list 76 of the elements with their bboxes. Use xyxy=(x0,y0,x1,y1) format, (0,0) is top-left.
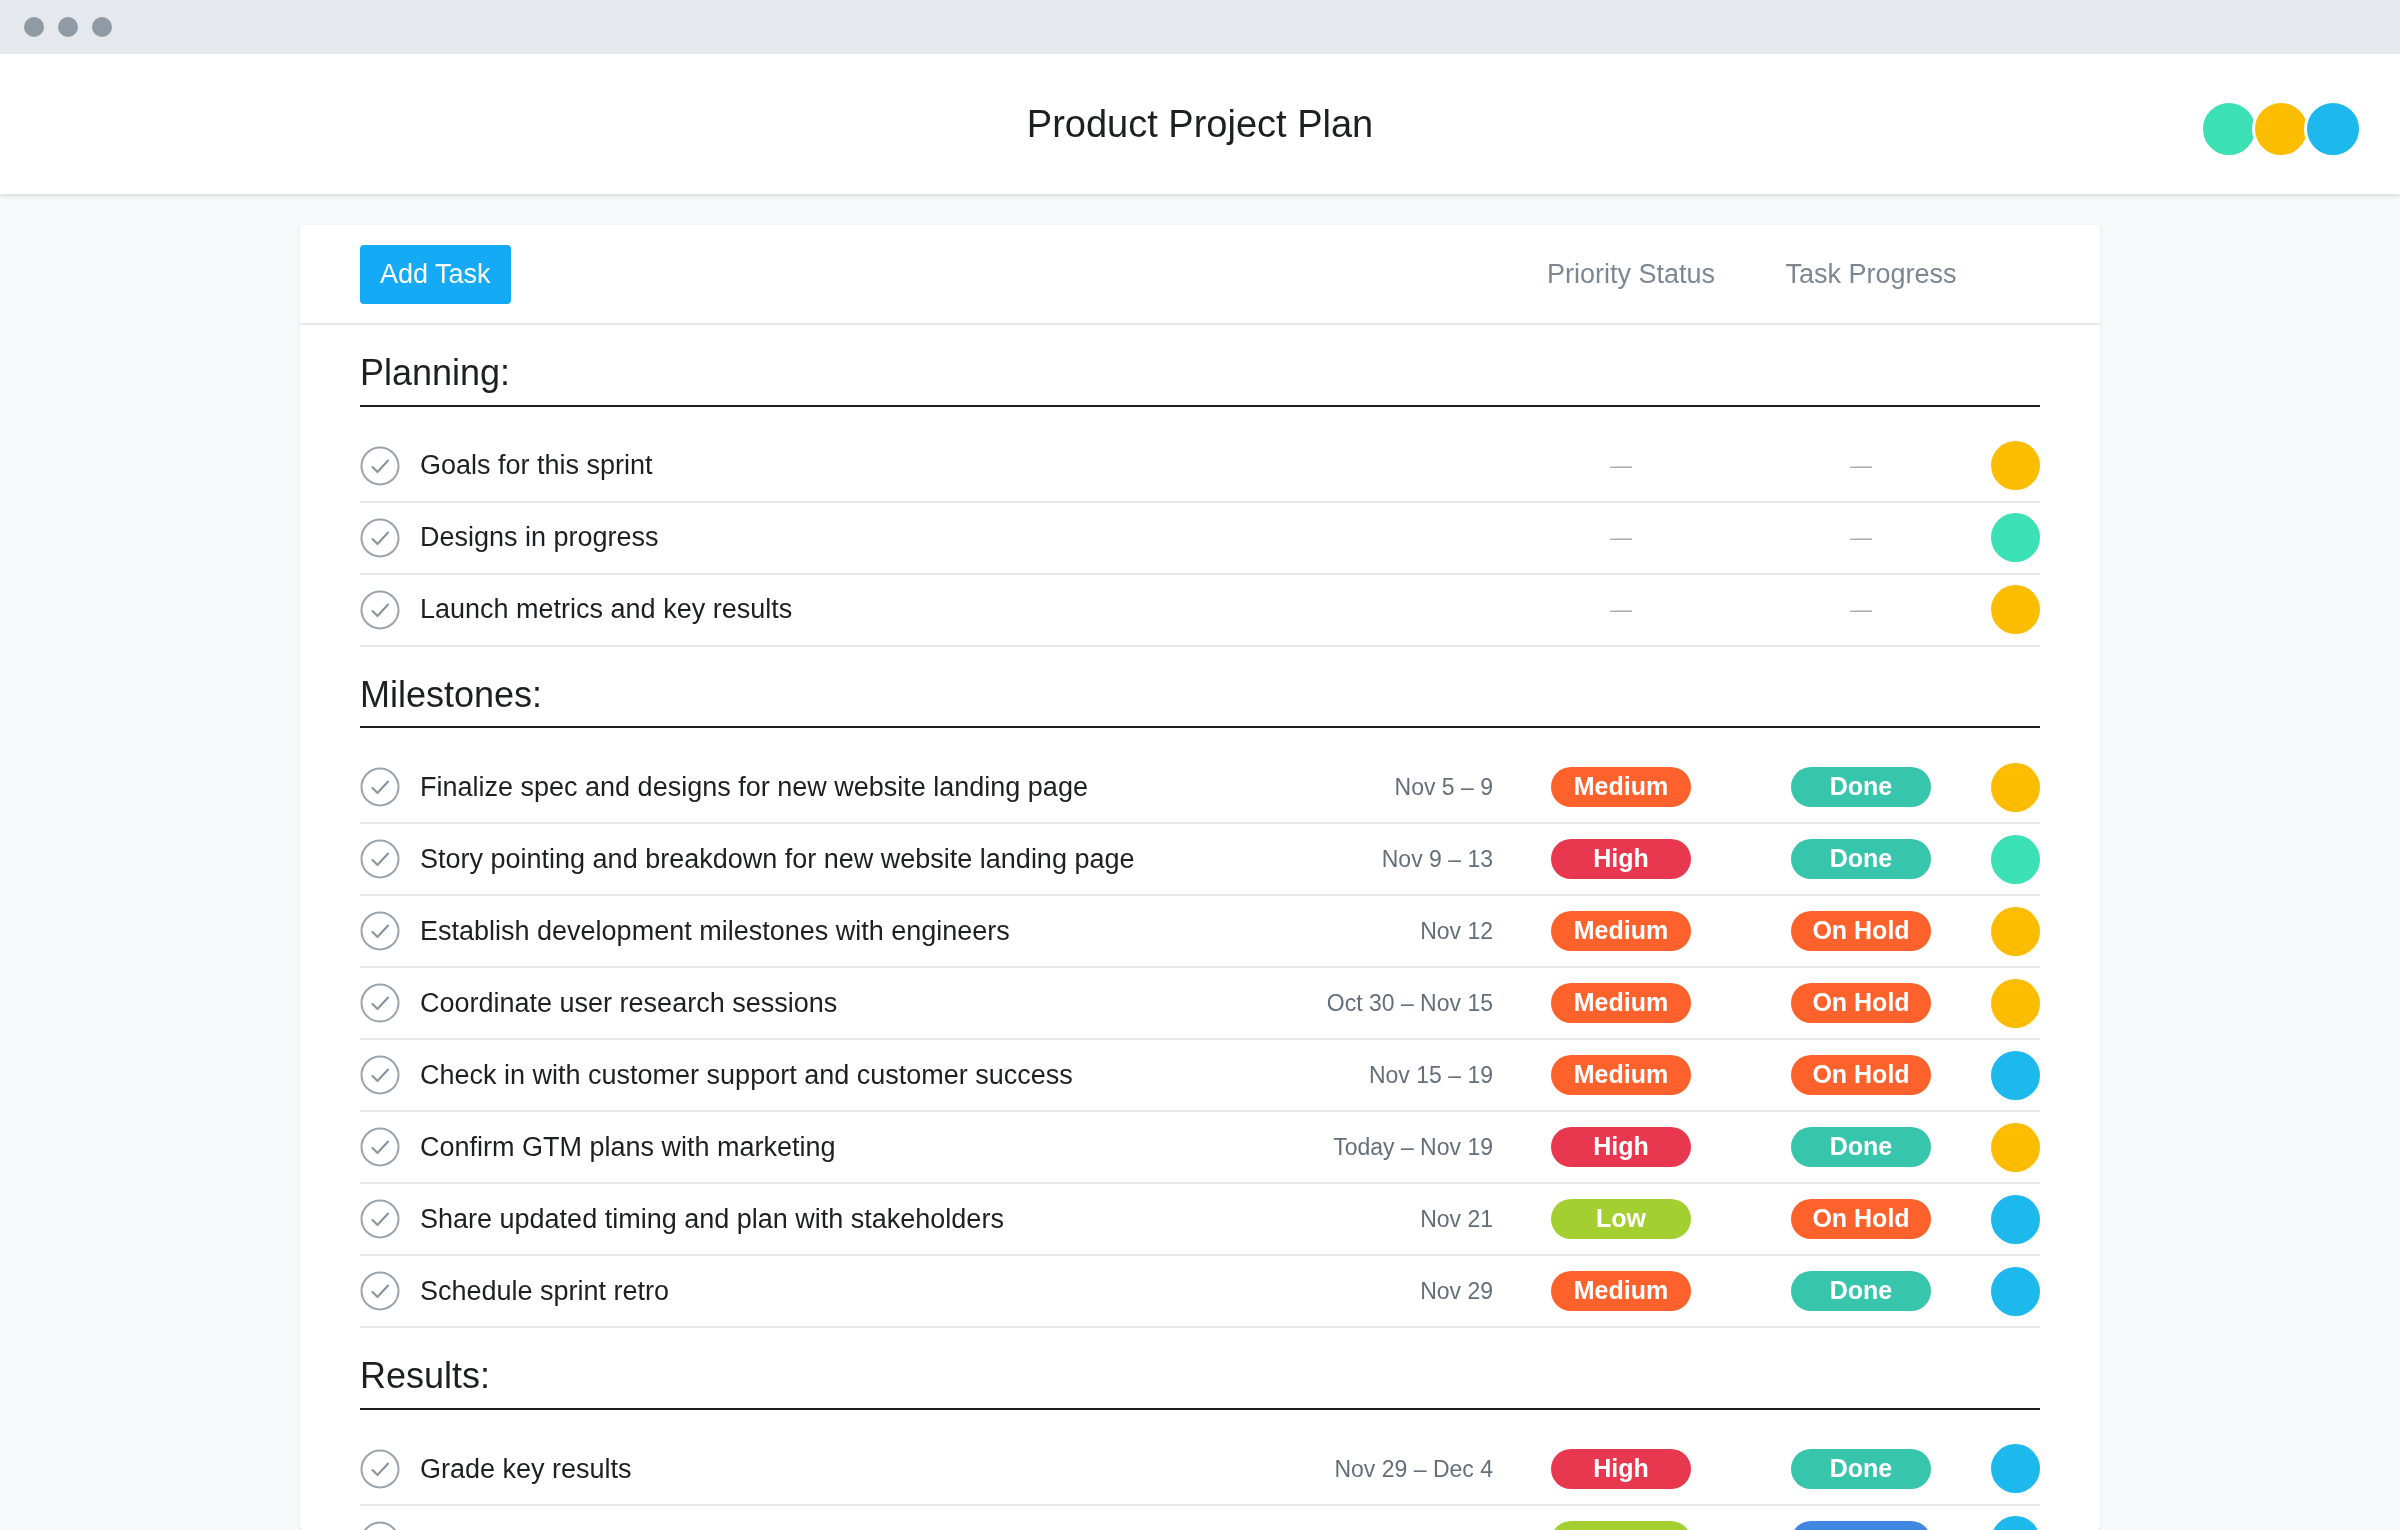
status-pill[interactable]: Medium xyxy=(1551,911,1691,952)
status-pill[interactable]: Medium xyxy=(1551,1271,1691,1312)
assignee-avatar[interactable] xyxy=(1991,1444,2040,1494)
assignee-avatar[interactable] xyxy=(1991,834,2040,884)
task-name[interactable]: Share updated timing and plan with stakeholders xyxy=(420,1203,1004,1234)
task-dates: Oct 30 – Nov 15 xyxy=(1326,989,1493,1016)
status-pill[interactable]: Done xyxy=(1791,1448,1931,1489)
task-name[interactable]: Story pointing and breakdown for new website landing page xyxy=(420,843,1135,874)
checkmark-icon[interactable] xyxy=(360,517,400,558)
assignee-avatar[interactable] xyxy=(1991,1050,2040,1100)
section-heading: Milestones: xyxy=(360,646,2040,729)
task-dates: Nov 29 xyxy=(1420,1277,1493,1304)
status-pill[interactable]: On Hold xyxy=(1791,1199,1931,1240)
empty-dash[interactable]: — xyxy=(1850,449,1872,483)
page-title: Product Project Plan xyxy=(1026,101,1374,147)
column-header[interactable]: Task Progress xyxy=(1751,253,1991,295)
task-name[interactable]: Check in with customer support and customer success xyxy=(420,1059,1073,1090)
checkmark-icon[interactable] xyxy=(360,983,400,1024)
task-dates: Today – Nov 19 xyxy=(1333,1133,1493,1160)
add-task-button[interactable]: Add Task xyxy=(360,244,511,304)
checkmark-icon[interactable] xyxy=(360,1271,400,1312)
checkmark-icon[interactable] xyxy=(360,1199,400,1240)
status-pill[interactable]: Done xyxy=(1791,1271,1931,1312)
empty-dash[interactable]: — xyxy=(1610,593,1632,627)
empty-dash[interactable]: — xyxy=(1610,521,1632,555)
task-name[interactable]: Goals for this sprint xyxy=(420,450,653,481)
task-name[interactable]: Grade key results xyxy=(420,1453,632,1484)
task-dates: Nov 29 – Dec 4 xyxy=(1334,1455,1493,1482)
assignee-avatar[interactable] xyxy=(1991,978,2040,1028)
task-dates: Nov 5 – 9 xyxy=(1394,773,1493,800)
task-name[interactable]: Designs in progress xyxy=(420,522,659,553)
task-dates: Nov 15 – 19 xyxy=(1368,1061,1493,1088)
assignee-avatar[interactable] xyxy=(1991,585,2040,635)
empty-dash[interactable]: — xyxy=(1610,449,1632,483)
assignee-avatar[interactable] xyxy=(1991,762,2040,812)
assignee-avatar[interactable] xyxy=(1991,1266,2040,1316)
empty-dash[interactable]: — xyxy=(1850,521,1872,555)
assignee-avatar[interactable] xyxy=(1991,441,2040,491)
status-pill[interactable]: High xyxy=(1551,839,1691,880)
status-pill[interactable]: High xyxy=(1551,1448,1691,1489)
checkmark-icon[interactable] xyxy=(360,445,400,486)
assignee-avatar[interactable] xyxy=(1991,1122,2040,1172)
task-name[interactable]: Finalize spec and designs for new website landing page xyxy=(420,771,1088,802)
status-pill[interactable]: Medium xyxy=(1551,983,1691,1024)
checkmark-icon[interactable] xyxy=(360,839,400,880)
task-dates: Nov 9 – 13 xyxy=(1381,845,1493,872)
checkmark-icon[interactable] xyxy=(360,767,400,808)
status-pill[interactable]: On Hold xyxy=(1791,983,1931,1024)
checkmark-icon[interactable] xyxy=(360,1127,400,1168)
status-pill[interactable]: Done xyxy=(1791,1127,1931,1168)
task-dates: Nov 21 xyxy=(1420,1205,1493,1232)
status-pill[interactable]: Medium xyxy=(1551,767,1691,808)
column-header[interactable]: Priority Status xyxy=(1511,253,1751,295)
task-name[interactable]: Establish development milestones with engineers xyxy=(420,915,1010,946)
status-pill[interactable]: Low xyxy=(1551,1199,1691,1240)
checkmark-icon[interactable] xyxy=(360,589,400,630)
status-pill[interactable]: Done xyxy=(1791,839,1931,880)
assignee-avatar[interactable] xyxy=(1991,513,2040,563)
task-name[interactable]: Coordinate user research sessions xyxy=(420,987,838,1018)
status-pill[interactable]: On Hold xyxy=(1791,911,1931,952)
status-pill[interactable]: High xyxy=(1551,1127,1691,1168)
checkmark-icon[interactable] xyxy=(360,1055,400,1096)
task-dates: Nov 12 xyxy=(1420,917,1493,944)
status-pill[interactable]: Done xyxy=(1791,767,1931,808)
section-heading: Results: xyxy=(360,1328,2040,1410)
checkmark-icon[interactable] xyxy=(360,911,400,952)
task-name[interactable]: Confirm GTM plans with marketing xyxy=(420,1131,836,1162)
assignee-avatar[interactable] xyxy=(1991,906,2040,956)
assignee-avatar[interactable] xyxy=(1991,1194,2040,1244)
checkmark-icon[interactable] xyxy=(360,1448,400,1489)
section-heading: Planning: xyxy=(360,325,2040,407)
status-pill[interactable]: Medium xyxy=(1551,1055,1691,1096)
task-name[interactable]: Schedule sprint retro xyxy=(420,1275,670,1306)
status-pill[interactable]: On Hold xyxy=(1791,1055,1931,1096)
empty-dash[interactable]: — xyxy=(1850,593,1872,627)
task-name[interactable]: Launch metrics and key results xyxy=(420,594,793,625)
